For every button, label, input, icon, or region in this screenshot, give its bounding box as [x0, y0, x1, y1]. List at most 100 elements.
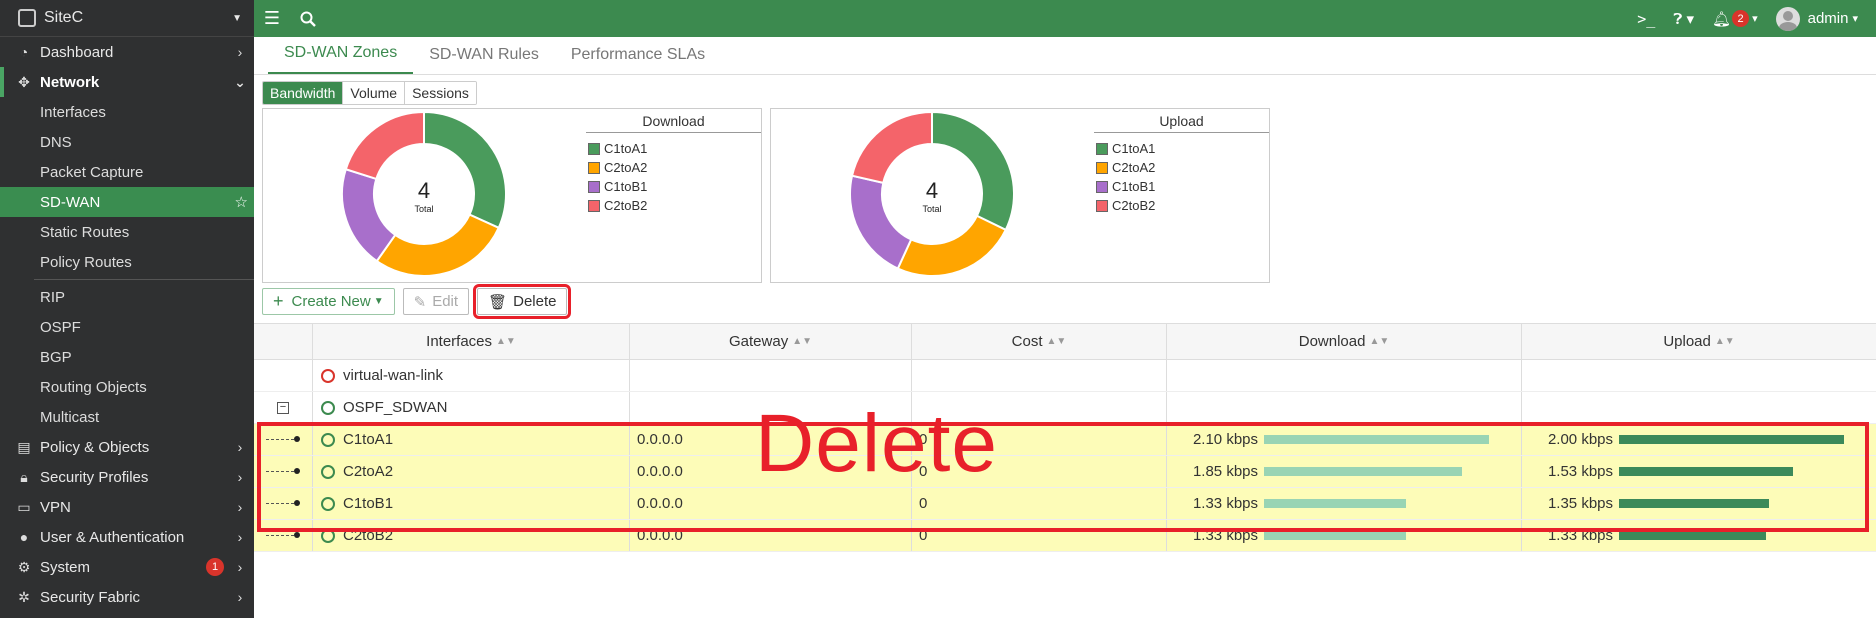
legend-item[interactable]: C1toA1	[1094, 139, 1269, 158]
legend-swatch	[1096, 161, 1108, 174]
tab-sd-wan-zones[interactable]: SD-WAN Zones	[268, 44, 414, 74]
table-row[interactable]: C1toA1 0.0.0.0 0 2.10 kbps 2.00 kbps	[254, 424, 1876, 456]
row-gateway	[630, 392, 912, 423]
header-download[interactable]: Download ▲▼	[1167, 324, 1522, 359]
sidebar-item-vpn[interactable]: ▭ VPN ›	[0, 492, 254, 522]
sidebar-item-network[interactable]: ✥ Network ⌄	[0, 67, 254, 97]
view-toggle: Bandwidth Volume Sessions	[262, 81, 477, 105]
donut-slice-c2tob2[interactable]	[850, 110, 933, 185]
download-bar	[1264, 499, 1406, 508]
legend-item[interactable]: C2toB2	[586, 196, 761, 215]
tab-performance-slas[interactable]: Performance SLAs	[555, 46, 721, 74]
user-menu[interactable]: admin ▾	[1775, 6, 1858, 31]
row-gateway: 0.0.0.0	[630, 456, 912, 487]
interface-icon	[321, 496, 335, 511]
download-value: 1.85 kbps	[1192, 463, 1258, 480]
legend-item[interactable]: C1toA1	[586, 139, 761, 158]
create-new-button[interactable]: + Create New ▼	[262, 288, 395, 315]
table-row[interactable]: − OSPF_SDWAN	[254, 392, 1876, 424]
legend-items: C1toA1 C2toA2 C1toB1 C2toB2	[1094, 139, 1269, 215]
sidebar-item-rip[interactable]: RIP	[0, 282, 254, 312]
sidebar-item-multicast[interactable]: Multicast	[0, 402, 254, 432]
policy-icon: ▤	[17, 438, 31, 455]
toggle-volume[interactable]: Volume	[343, 82, 406, 104]
sidebar-item-policy-routes[interactable]: Policy Routes	[0, 247, 254, 277]
header-interfaces[interactable]: Interfaces ▲▼	[313, 324, 630, 359]
sort-icon: ▲▼	[1714, 336, 1735, 347]
sidebar-item-user-auth[interactable]: ● User & Authentication ›	[0, 522, 254, 552]
chart-legend: Upload C1toA1 C2toA2 C1toB1 C2toB2	[1094, 113, 1269, 215]
sidebar-item-packet-capture[interactable]: Packet Capture	[0, 157, 254, 187]
row-interface: C2toA2	[313, 456, 630, 487]
legend-item[interactable]: C2toA2	[586, 158, 761, 177]
table-row[interactable]: C2toA2 0.0.0.0 0 1.85 kbps 1.53 kbps	[254, 456, 1876, 488]
row-upload	[1522, 392, 1876, 423]
edit-button[interactable]: ✎ Edit	[402, 288, 470, 315]
legend-item[interactable]: C2toA2	[1094, 158, 1269, 177]
donut-slice-c2tob2[interactable]	[344, 110, 425, 181]
header-upload[interactable]: Upload ▲▼	[1522, 324, 1876, 359]
legend-title: Upload	[1094, 113, 1269, 133]
chevron-right-icon: ›	[237, 559, 243, 575]
collapse-icon[interactable]: −	[277, 401, 289, 414]
legend-item[interactable]: C1toB1	[1094, 177, 1269, 196]
donut-slice-c1tob1[interactable]	[849, 174, 913, 270]
upload-bar	[1619, 499, 1769, 508]
sidebar-item-system[interactable]: ⚙ System 1 ›	[0, 552, 254, 582]
delete-button[interactable]: 🗑︎ Delete	[473, 284, 572, 319]
sidebar-item-routing-objects[interactable]: Routing Objects	[0, 372, 254, 402]
donut-slice-c1tob1[interactable]	[341, 167, 397, 263]
sidebar-item-policy-objects[interactable]: ▤ Policy & Objects ›	[0, 432, 254, 462]
chevron-right-icon: ›	[237, 529, 243, 545]
row-upload: 1.33 kbps	[1522, 520, 1876, 551]
tree-connector	[266, 503, 294, 504]
sidebar-item-dns[interactable]: DNS	[0, 127, 254, 157]
tab-sd-wan-rules[interactable]: SD-WAN Rules	[413, 46, 555, 74]
row-interface: OSPF_SDWAN	[313, 392, 630, 423]
hamburger-menu-icon[interactable]: ☰	[254, 0, 290, 37]
row-cost: 0	[912, 520, 1167, 551]
header-gateway[interactable]: Gateway ▲▼	[630, 324, 912, 359]
legend-item[interactable]: C1toB1	[586, 177, 761, 196]
donut-total-label: Total	[922, 204, 941, 214]
create-new-label: Create New	[291, 293, 371, 310]
row-interface: C1toA1	[313, 424, 630, 455]
download-value: 1.33 kbps	[1192, 527, 1258, 544]
interface-icon	[321, 528, 335, 543]
sidebar-item-label: Network	[40, 73, 100, 91]
table-row[interactable]: virtual-wan-link	[254, 360, 1876, 392]
row-interface: C2toB2	[313, 520, 630, 551]
table-row[interactable]: C2toB2 0.0.0.0 0 1.33 kbps 1.33 kbps	[254, 520, 1876, 552]
toggle-sessions[interactable]: Sessions	[405, 82, 476, 104]
star-icon[interactable]: ☆	[235, 193, 248, 211]
header-cost[interactable]: Cost ▲▼	[912, 324, 1167, 359]
legend-swatch	[588, 142, 600, 155]
sidebar-item-interfaces[interactable]: Interfaces	[0, 97, 254, 127]
donut-slice-c2toa2[interactable]	[375, 213, 501, 277]
table-row[interactable]: C1toB1 0.0.0.0 0 1.33 kbps 1.35 kbps	[254, 488, 1876, 520]
sidebar-item-security-fabric[interactable]: ✲ Security Fabric ›	[0, 582, 254, 612]
sidebar-item-static-routes[interactable]: Static Routes	[0, 217, 254, 247]
upload-value: 1.53 kbps	[1547, 463, 1613, 480]
upload-donut: 4Total	[849, 110, 1015, 277]
cli-console-icon[interactable]: >_	[1637, 10, 1655, 28]
notifications-button[interactable]: 🔔︎ 2 ▾	[1712, 10, 1758, 28]
help-icon[interactable]: ❓︎ ▾	[1673, 10, 1694, 28]
donut-slice-c1toa1[interactable]	[931, 110, 1015, 232]
sidebar-item-sd-wan[interactable]: SD-WAN ☆	[0, 187, 254, 217]
sidebar-item-ospf[interactable]: OSPF	[0, 312, 254, 342]
chevron-down-icon: ⌄	[234, 73, 246, 90]
sidebar-item-label: Dashboard	[40, 43, 114, 61]
legend-items: C1toA1 C2toA2 C1toB1 C2toB2	[586, 139, 761, 215]
row-upload: 1.53 kbps	[1522, 456, 1876, 487]
toggle-bandwidth[interactable]: Bandwidth	[263, 82, 344, 104]
sidebar-item-label: User & Authentication	[40, 528, 185, 546]
sidebar-item-bgp[interactable]: BGP	[0, 342, 254, 372]
site-selector[interactable]: SiteC ▼	[0, 0, 254, 37]
sidebar-item-security-profiles[interactable]: 🔒︎ Security Profiles ›	[0, 462, 254, 492]
search-icon[interactable]	[290, 0, 326, 37]
donut-slice-c2toa2[interactable]	[896, 214, 1008, 277]
sidebar-item-dashboard[interactable]: ◔ Dashboard ›	[0, 37, 254, 67]
legend-item[interactable]: C2toB2	[1094, 196, 1269, 215]
donut-slice-c1toa1[interactable]	[423, 110, 507, 230]
